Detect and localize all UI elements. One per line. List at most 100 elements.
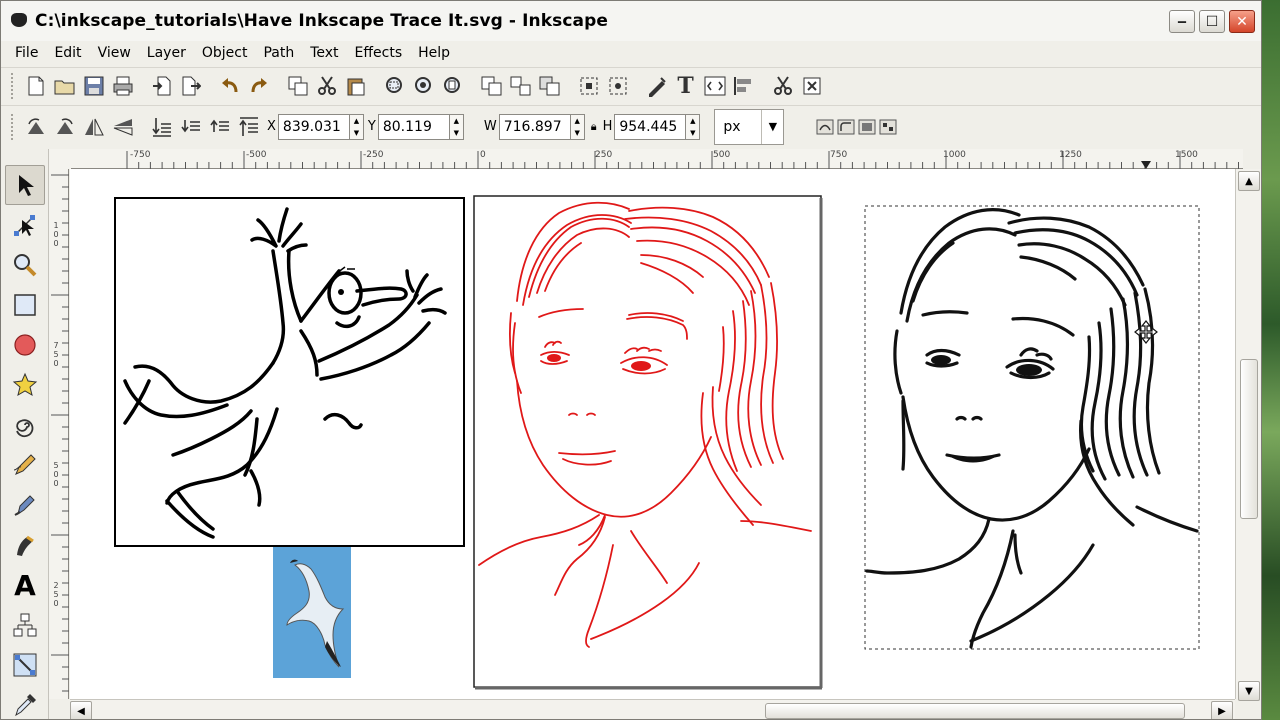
- zoom-tool-icon[interactable]: [5, 245, 45, 285]
- y-input[interactable]: [377, 113, 450, 140]
- selector-tool-icon[interactable]: [5, 165, 45, 205]
- lower-icon[interactable]: [176, 113, 205, 141]
- xml-editor-icon[interactable]: [700, 72, 729, 100]
- fill-stroke-dialog-icon[interactable]: [642, 72, 671, 100]
- clone-icon[interactable]: [535, 72, 564, 100]
- menu-edit[interactable]: Edit: [46, 45, 89, 61]
- vertical-scroll-thumb[interactable]: [1240, 359, 1258, 519]
- spiral-tool-icon[interactable]: [5, 405, 45, 445]
- menu-text[interactable]: Text: [302, 45, 346, 61]
- raise-to-top-icon[interactable]: [234, 113, 263, 141]
- ellipse-tool-icon[interactable]: [5, 325, 45, 365]
- connector-tool-icon[interactable]: [5, 605, 45, 645]
- lock-icon[interactable]: 🔒︎: [591, 120, 597, 134]
- horizontal-ruler[interactable]: -750 -500 -250 0 250 500 750 1000 1250 1…: [71, 149, 1243, 169]
- ruler-label-group: 2 5 0: [52, 581, 60, 608]
- duplicate-icon[interactable]: [283, 72, 312, 100]
- lower-to-bottom-icon[interactable]: [147, 113, 176, 141]
- scroll-up-button[interactable]: ▲: [1238, 171, 1260, 191]
- rotate-cw-icon[interactable]: [50, 113, 79, 141]
- calligraphy-tool-icon[interactable]: [5, 525, 45, 565]
- vertical-scrollbar[interactable]: ▲ ▼: [1235, 169, 1261, 701]
- x-input[interactable]: [277, 113, 350, 140]
- toolbar-grip[interactable]: [11, 113, 15, 140]
- raise-icon[interactable]: [205, 113, 234, 141]
- print-icon[interactable]: [108, 72, 137, 100]
- h-label: H: [602, 119, 613, 134]
- new-document-icon[interactable]: [21, 72, 50, 100]
- ungroup-icon[interactable]: [506, 72, 535, 100]
- import-icon[interactable]: [147, 72, 176, 100]
- ruler-corner: [49, 149, 71, 169]
- menu-help[interactable]: Help: [410, 45, 458, 61]
- unit-select[interactable]: px ▼: [714, 108, 785, 145]
- gradient-tool-icon[interactable]: [5, 645, 45, 685]
- text-tool-icon[interactable]: A: [5, 565, 45, 605]
- scroll-down-button[interactable]: ▼: [1238, 681, 1260, 701]
- pencil-tool-icon[interactable]: [5, 445, 45, 485]
- fill-stroke-icon[interactable]: [574, 72, 603, 100]
- x-stepper[interactable]: ▲ ▼: [349, 113, 364, 140]
- ruler-label: 5: [53, 350, 59, 359]
- scroll-left-button[interactable]: ◀: [70, 701, 92, 719]
- transform-gradients-icon[interactable]: [856, 113, 877, 141]
- pen-tool-icon[interactable]: [5, 485, 45, 525]
- menu-object[interactable]: Object: [194, 45, 256, 61]
- cut-path-icon[interactable]: [768, 72, 797, 100]
- toolbar-grip[interactable]: [11, 72, 15, 99]
- ruler-label-group: 1 0 0: [52, 221, 60, 248]
- ruler-label: 750: [830, 150, 848, 160]
- red-traced-portrait[interactable]: [473, 195, 823, 690]
- vertical-ruler[interactable]: 1 0 0 7 5 0 5 0 0 2 5 0: [49, 169, 69, 699]
- menu-view[interactable]: View: [90, 45, 139, 61]
- transform-patterns-icon[interactable]: [877, 113, 898, 141]
- menu-path[interactable]: Path: [255, 45, 302, 61]
- rotate-ccw-icon[interactable]: [21, 113, 50, 141]
- ruler-label: 250: [595, 150, 613, 160]
- seagull-photo[interactable]: [273, 547, 351, 678]
- paste-icon[interactable]: [341, 72, 370, 100]
- zoom-selection-icon[interactable]: [380, 72, 409, 100]
- cartoon-frog-drawing[interactable]: [114, 197, 465, 547]
- node-edit-icon[interactable]: [603, 72, 632, 100]
- redo-icon[interactable]: [244, 72, 273, 100]
- star-tool-icon[interactable]: [5, 365, 45, 405]
- group-icon[interactable]: [477, 72, 506, 100]
- menu-file[interactable]: File: [7, 45, 46, 61]
- w-stepper[interactable]: ▲ ▼: [570, 113, 585, 140]
- undo-icon[interactable]: [215, 72, 244, 100]
- save-icon[interactable]: [79, 72, 108, 100]
- y-stepper[interactable]: ▲ ▼: [449, 113, 464, 140]
- cut-icon[interactable]: [312, 72, 341, 100]
- ruler-label: 1250: [1059, 150, 1082, 160]
- rectangle-tool-icon[interactable]: [5, 285, 45, 325]
- window-controls: ‒ ☐ ✕: [1169, 10, 1255, 33]
- menu-layer[interactable]: Layer: [139, 45, 194, 61]
- minimize-button[interactable]: ‒: [1169, 10, 1195, 33]
- zoom-drawing-icon[interactable]: [409, 72, 438, 100]
- scale-corners-icon[interactable]: [835, 113, 856, 141]
- align-icon[interactable]: [729, 72, 758, 100]
- close-button[interactable]: ✕: [1229, 10, 1255, 33]
- flip-vertical-icon[interactable]: [108, 113, 137, 141]
- h-stepper[interactable]: ▲ ▼: [686, 113, 701, 140]
- ruler-label: 500: [713, 150, 731, 160]
- flip-horizontal-icon[interactable]: [79, 113, 108, 141]
- scroll-right-button[interactable]: ▶: [1211, 701, 1233, 719]
- menu-effects[interactable]: Effects: [347, 45, 411, 61]
- text-tool-icon[interactable]: T: [671, 72, 700, 100]
- horizontal-scrollbar[interactable]: ◀ ▶: [70, 699, 1235, 719]
- w-input[interactable]: [498, 113, 571, 140]
- inkscape-preferences-icon[interactable]: [797, 72, 826, 100]
- maximize-button[interactable]: ☐: [1199, 10, 1225, 33]
- node-tool-icon[interactable]: [5, 205, 45, 245]
- open-icon[interactable]: [50, 72, 79, 100]
- dropper-tool-icon[interactable]: [5, 685, 45, 719]
- scale-stroke-icon[interactable]: [814, 113, 835, 141]
- zoom-page-icon[interactable]: [438, 72, 467, 100]
- h-input[interactable]: [614, 113, 687, 140]
- black-traced-portrait[interactable]: [864, 205, 1200, 650]
- export-icon[interactable]: [176, 72, 205, 100]
- horizontal-scroll-thumb[interactable]: [765, 703, 1185, 719]
- drawing-canvas[interactable]: [70, 169, 1235, 699]
